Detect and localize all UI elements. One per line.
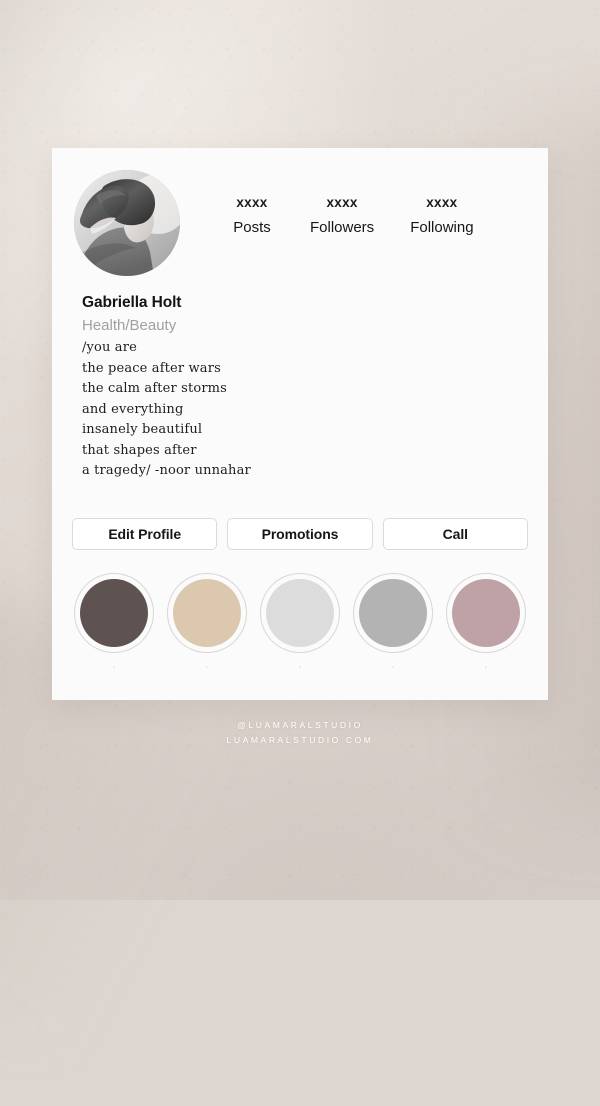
- stat-followers-label: Followers: [310, 220, 374, 237]
- edit-profile-button[interactable]: Edit Profile: [72, 518, 217, 550]
- highlight-ring-3: [260, 573, 340, 653]
- highlight-ring-4: [353, 573, 433, 653]
- watermark-website: LUAMARALSTUDIO.COM: [0, 733, 600, 748]
- profile-stats: xxxx Posts xxxx Followers xxxx Following: [230, 196, 530, 236]
- highlight-cover-5: [452, 579, 520, 647]
- watermark: @LUAMARALSTUDIO LUAMARALSTUDIO.COM: [0, 718, 600, 748]
- avatar[interactable]: [74, 170, 180, 276]
- highlight-label-2: ·: [206, 664, 209, 671]
- stat-posts-label: Posts: [230, 220, 274, 237]
- stat-posts-count: xxxx: [230, 196, 274, 211]
- highlight-item-1[interactable]: ·: [72, 573, 156, 671]
- highlight-cover-2: [173, 579, 241, 647]
- profile-action-buttons: Edit Profile Promotions Call: [72, 518, 528, 550]
- stat-followers-count: xxxx: [310, 196, 374, 211]
- call-button[interactable]: Call: [383, 518, 528, 550]
- profile-bio-text: /you are the peace after wars the calm a…: [82, 338, 522, 482]
- highlight-item-3[interactable]: ·: [258, 573, 342, 671]
- highlight-label-5: ·: [485, 664, 488, 671]
- avatar-photo-icon: [74, 170, 180, 276]
- stat-posts[interactable]: xxxx Posts: [230, 196, 274, 236]
- stat-following-label: Following: [410, 220, 473, 237]
- profile-bio-block: Gabriella Holt Health/Beauty /you are th…: [82, 293, 522, 482]
- stat-following[interactable]: xxxx Following: [410, 196, 473, 236]
- profile-category: Health/Beauty: [82, 315, 522, 336]
- highlight-label-1: ·: [113, 664, 116, 671]
- highlight-cover-4: [359, 579, 427, 647]
- highlight-item-5[interactable]: ·: [444, 573, 528, 671]
- highlight-ring-5: [446, 573, 526, 653]
- profile-display-name: Gabriella Holt: [82, 293, 522, 314]
- story-highlights: · · · · ·: [72, 573, 528, 671]
- highlight-item-4[interactable]: ·: [351, 573, 435, 671]
- highlight-ring-1: [74, 573, 154, 653]
- instagram-profile-card: xxxx Posts xxxx Followers xxxx Following…: [52, 148, 548, 700]
- highlight-label-4: ·: [392, 664, 395, 671]
- stat-followers[interactable]: xxxx Followers: [310, 196, 374, 236]
- promotions-button[interactable]: Promotions: [227, 518, 372, 550]
- highlight-cover-1: [80, 579, 148, 647]
- highlight-item-2[interactable]: ·: [165, 573, 249, 671]
- watermark-handle: @LUAMARALSTUDIO: [0, 718, 600, 733]
- highlight-cover-3: [266, 579, 334, 647]
- highlight-ring-2: [167, 573, 247, 653]
- stat-following-count: xxxx: [410, 196, 473, 211]
- highlight-label-3: ·: [299, 664, 302, 671]
